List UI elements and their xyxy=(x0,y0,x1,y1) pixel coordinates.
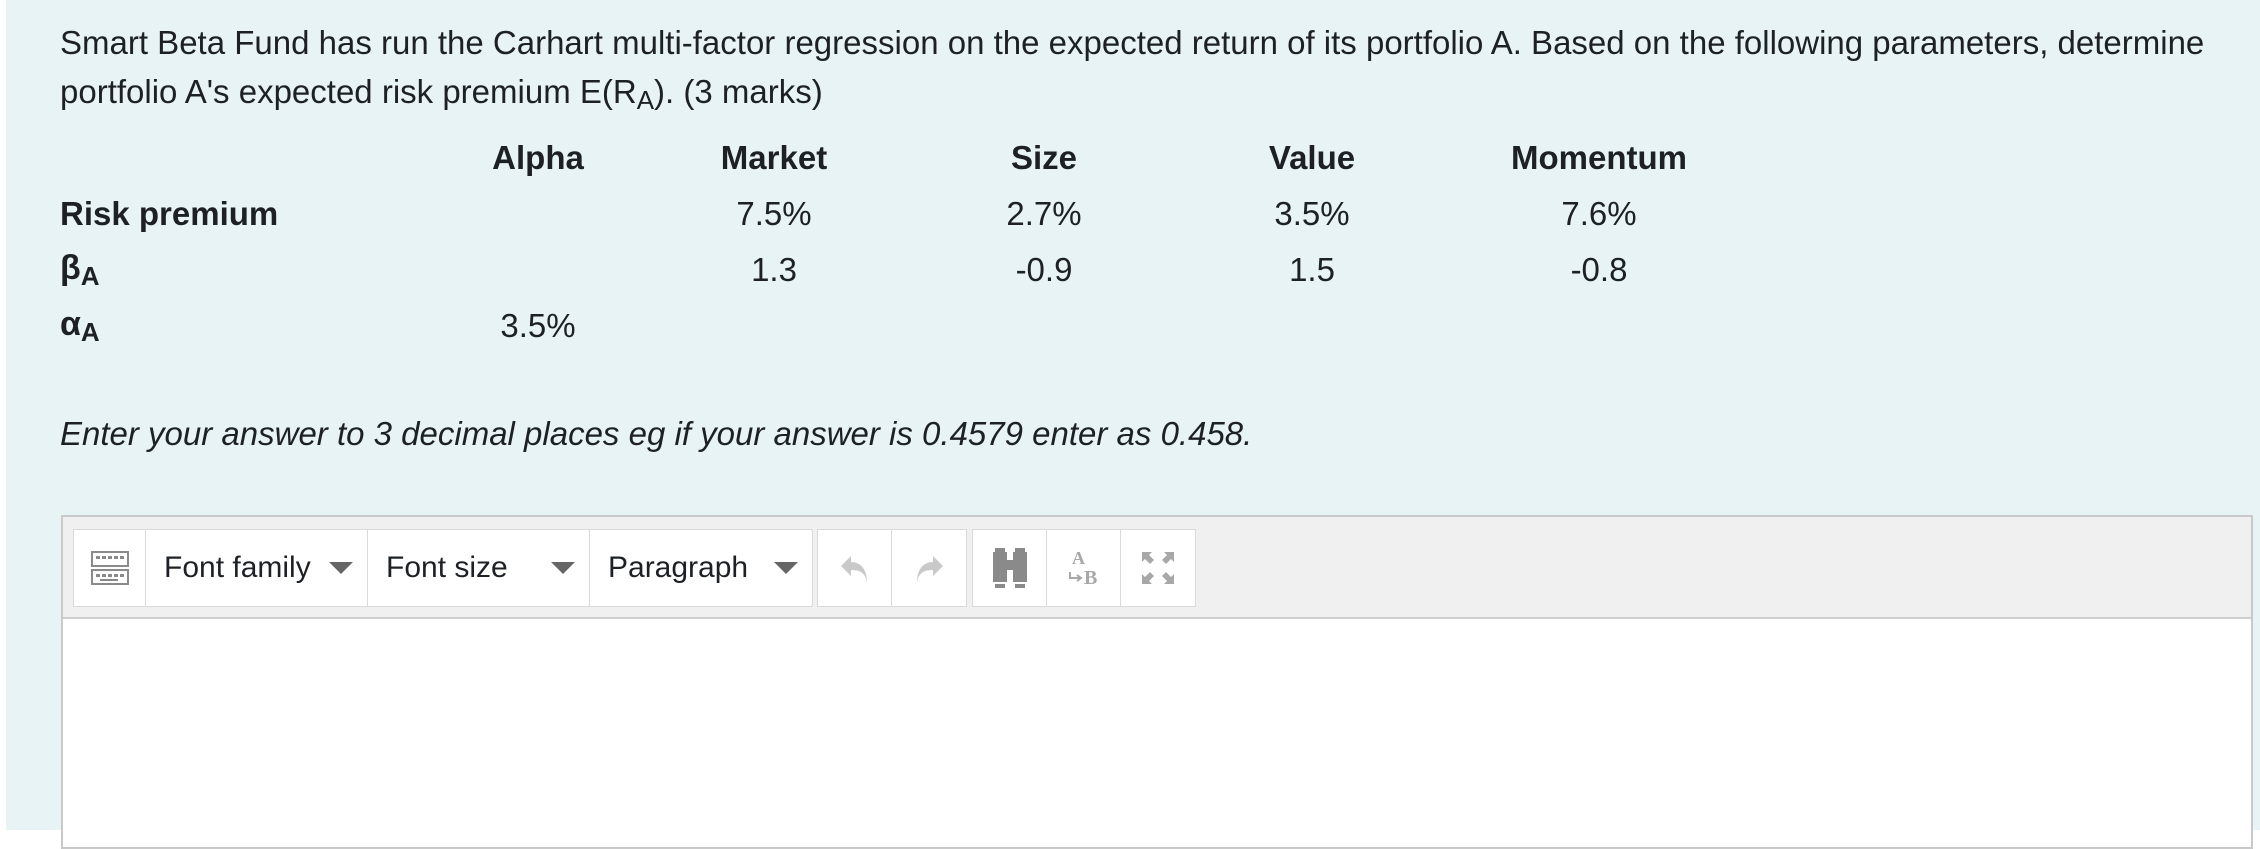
font-family-label: Font family xyxy=(164,551,311,584)
row-label-alpha: αA xyxy=(60,298,436,354)
question-text: Smart Beta Fund has run the Carhart mult… xyxy=(60,18,2240,116)
table-cell: 2.7% xyxy=(1006,195,1082,232)
table-cell xyxy=(436,186,640,242)
find-replace-icon[interactable]: A B xyxy=(1047,530,1121,606)
chevron-down-icon xyxy=(551,562,575,574)
keyboard-icon[interactable] xyxy=(74,530,146,606)
toolbar-group-history xyxy=(817,529,967,607)
table-cell: 3.5% xyxy=(1274,195,1350,232)
chevron-down-icon xyxy=(329,562,353,574)
question-panel: Smart Beta Fund has run the Carhart mult… xyxy=(6,0,2260,849)
font-size-label: Font size xyxy=(386,551,508,584)
table-cell: -0.8 xyxy=(1570,251,1628,288)
header-momentum: Momentum xyxy=(1511,139,1687,176)
table-cell xyxy=(1444,298,1754,354)
font-size-select[interactable]: Font size xyxy=(368,530,590,606)
alpha-subscript: A xyxy=(80,316,100,347)
table-row: αA 3.5% xyxy=(60,298,1754,354)
table-cell xyxy=(1180,298,1444,354)
beta-symbol: β xyxy=(60,248,81,287)
table-row: Risk premium 7.5% 2.7% 3.5% 7.6% xyxy=(60,186,1754,242)
chevron-down-icon xyxy=(774,562,798,574)
fullscreen-icon[interactable] xyxy=(1121,530,1195,606)
paragraph-label: Paragraph xyxy=(608,551,749,584)
alpha-symbol: α xyxy=(60,304,81,343)
question-text-end: ). (3 marks) xyxy=(654,73,823,110)
table-cell: 7.6% xyxy=(1561,195,1637,232)
header-alpha: Alpha xyxy=(492,139,584,176)
table-cell xyxy=(640,298,908,354)
table-cell: 7.5% xyxy=(736,195,812,232)
parameters-table: Alpha Market Size Value Momentum Risk pr… xyxy=(60,130,1754,354)
question-text-start: Smart Beta Fund has run the Carhart mult… xyxy=(60,24,2205,110)
header-value: Value xyxy=(1268,139,1356,176)
table-row: βA 1.3 -0.9 1.5 -0.8 xyxy=(60,242,1754,298)
answer-instruction: Enter your answer to 3 decimal places eg… xyxy=(60,415,1253,452)
table-cell: 1.5 xyxy=(1289,251,1335,288)
font-family-select[interactable]: Font family xyxy=(146,530,368,606)
table-header-row: Alpha Market Size Value Momentum xyxy=(60,130,1754,186)
table-cell: -0.9 xyxy=(1015,251,1073,288)
header-empty xyxy=(60,130,436,186)
table-cell: 3.5% xyxy=(500,307,576,344)
table-cell xyxy=(436,242,640,298)
beta-subscript: A xyxy=(80,260,100,291)
toolbar-group-format: Font family Font size Paragraph xyxy=(73,529,813,607)
editor-toolbar: Font family Font size Paragraph A B xyxy=(63,517,2251,619)
find-icon[interactable] xyxy=(973,530,1047,606)
table-cell: 1.3 xyxy=(751,251,797,288)
row-label-risk-premium: Risk premium xyxy=(60,195,279,232)
question-subscript: A xyxy=(636,85,655,115)
toolbar-group-tools: A B xyxy=(972,529,1196,607)
table-cell xyxy=(908,298,1180,354)
svg-text:A: A xyxy=(1072,548,1085,568)
header-size: Size xyxy=(1010,139,1078,176)
editor-content-area[interactable] xyxy=(63,619,2251,847)
row-label-beta: βA xyxy=(60,242,436,298)
svg-text:B: B xyxy=(1084,567,1097,589)
undo-icon[interactable] xyxy=(818,530,892,606)
redo-icon[interactable] xyxy=(892,530,966,606)
paragraph-select[interactable]: Paragraph xyxy=(590,530,812,606)
answer-editor: Font family Font size Paragraph A B xyxy=(61,515,2253,849)
header-market: Market xyxy=(720,139,828,176)
